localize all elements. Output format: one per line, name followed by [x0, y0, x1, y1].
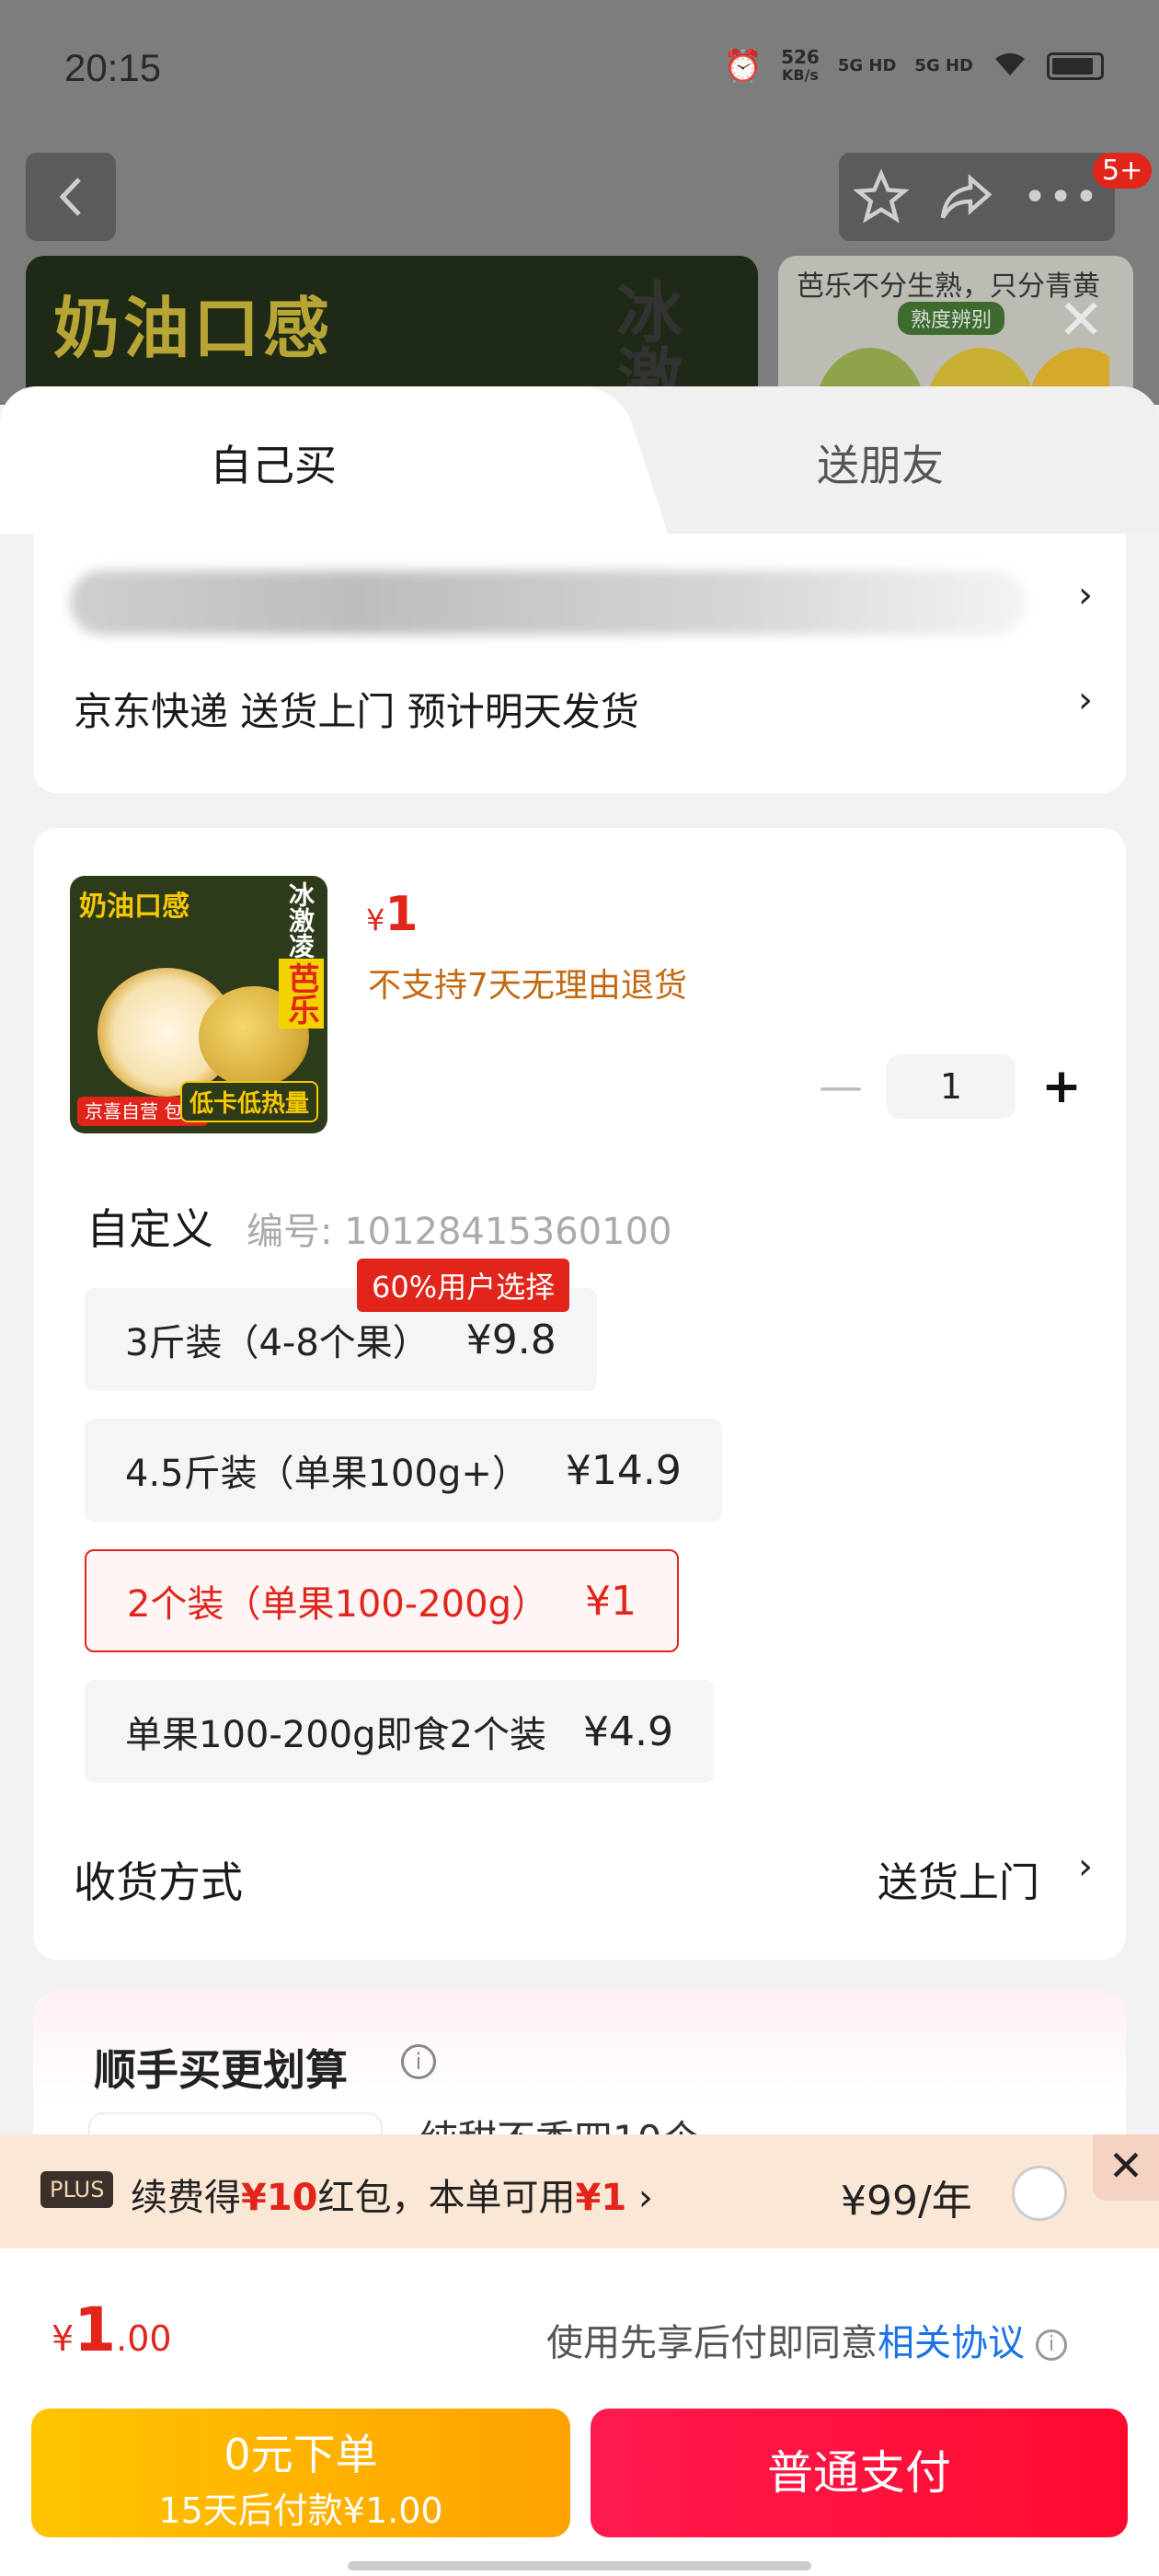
- total-price: ¥1.00: [52, 2294, 172, 2365]
- more-icon[interactable]: •••: [1023, 174, 1100, 221]
- chevron-left-icon: [59, 178, 81, 216]
- spec-title: 自定义: [86, 1204, 213, 1254]
- wifi-icon: [992, 48, 1028, 85]
- bundle-title: 顺手买更划算: [94, 2045, 348, 2095]
- info-icon[interactable]: i: [401, 2044, 436, 2079]
- plus-checkbox[interactable]: [1012, 2166, 1067, 2221]
- purchase-tabs: 自己买 送朋友: [0, 386, 1159, 534]
- quantity-stepper: — 1 +: [815, 1054, 1087, 1119]
- normal-pay-button[interactable]: 普通支付: [591, 2409, 1128, 2537]
- shipping-method-value[interactable]: 送货上门: [878, 1849, 1039, 1908]
- option-single-2pack[interactable]: 单果100-200g即食2个装 ¥4.9: [85, 1680, 714, 1783]
- plus-badge: PLUS: [40, 2171, 114, 2208]
- signal-icon: 5G HD: [837, 56, 897, 75]
- decrease-button[interactable]: —: [815, 1061, 866, 1112]
- shipping-method-label: 收货方式: [74, 1857, 243, 1907]
- battery-icon: [1047, 52, 1104, 80]
- signal-icon-2: 5G HD: [914, 56, 973, 75]
- background-page: 20:15 ⏰ 526 KB/s 5G HD 5G HD ••• 5+ 奶油口感 …: [0, 0, 1159, 405]
- agreement-text: 使用先享后付即同意相关协议 i: [546, 2313, 1067, 2366]
- product-banner: 奶油口感 冰激: [26, 256, 758, 405]
- product-price: ¥1: [366, 887, 419, 942]
- help-icon[interactable]: i: [1036, 2329, 1067, 2361]
- home-indicator[interactable]: [348, 2561, 811, 2570]
- status-icons: ⏰ 526 KB/s 5G HD 5G HD: [724, 48, 1104, 85]
- pay-later-button[interactable]: 0元下单 15天后付款¥1.00: [31, 2409, 570, 2537]
- share-icon[interactable]: [938, 169, 993, 224]
- chevron-right-icon: ›: [626, 2177, 653, 2219]
- alarm-icon: ⏰: [723, 48, 763, 85]
- plus-membership-bar: PLUS 续费得¥10红包，本单可用¥1 › ¥99/年 ✕: [0, 2134, 1159, 2248]
- network-speed: 526 KB/s: [781, 46, 820, 84]
- back-button[interactable]: [26, 153, 116, 241]
- spec-code: 编号: 10128415360100: [247, 1211, 672, 1253]
- checkout-footer: ¥1.00 使用先享后付即同意相关协议 i 0元下单 15天后付款¥1.00 普通…: [0, 2248, 1159, 2576]
- quantity-input[interactable]: 1: [887, 1054, 1016, 1119]
- close-icon[interactable]: ✕: [1093, 2134, 1159, 2201]
- return-policy: 不支持7天无理由退货: [368, 967, 687, 1005]
- plus-offer-text[interactable]: 续费得¥10红包，本单可用¥1 ›: [131, 2168, 653, 2221]
- blurred-address: [70, 570, 1027, 635]
- option-4-5jin[interactable]: 4.5斤装（单果100g+） ¥14.9: [85, 1419, 722, 1522]
- status-bar: 20:15 ⏰ 526 KB/s 5G HD 5G HD: [0, 0, 1159, 147]
- increase-button[interactable]: +: [1036, 1059, 1087, 1114]
- tab-friend[interactable]: 送朋友: [817, 432, 944, 493]
- plus-price: ¥99/年: [841, 2178, 972, 2225]
- status-time: 20:15: [64, 46, 162, 89]
- product-thumbnail: 奶油口感 冰激凌 芭乐 京喜自营 包邮 低卡低热量: [70, 876, 327, 1133]
- agreement-link[interactable]: 相关协议: [878, 2322, 1025, 2364]
- nav-actions: •••: [839, 153, 1115, 241]
- chevron-right-icon: ›: [1078, 679, 1093, 721]
- chevron-right-icon: ›: [1078, 1846, 1093, 1888]
- message-badge: 5+: [1093, 153, 1153, 189]
- chevron-right-icon: ›: [1078, 574, 1093, 616]
- popular-badge: 60%用户选择: [357, 1259, 570, 1312]
- product-card: 奶油口感 冰激凌 芭乐 京喜自营 包邮 低卡低热量 ¥1 不支持7天无理由退货 …: [33, 828, 1126, 1960]
- option-2pack-selected[interactable]: 2个装（单果100-200g） ¥1: [85, 1549, 679, 1652]
- tab-self[interactable]: 自己买: [210, 432, 337, 493]
- address-card[interactable]: › 京东快递 送货上门 预计明天发货 ›: [33, 534, 1126, 793]
- delivery-info: 京东快递 送货上门 预计明天发货: [74, 689, 639, 734]
- star-icon[interactable]: [854, 169, 910, 224]
- close-icon[interactable]: ✕: [1058, 293, 1104, 348]
